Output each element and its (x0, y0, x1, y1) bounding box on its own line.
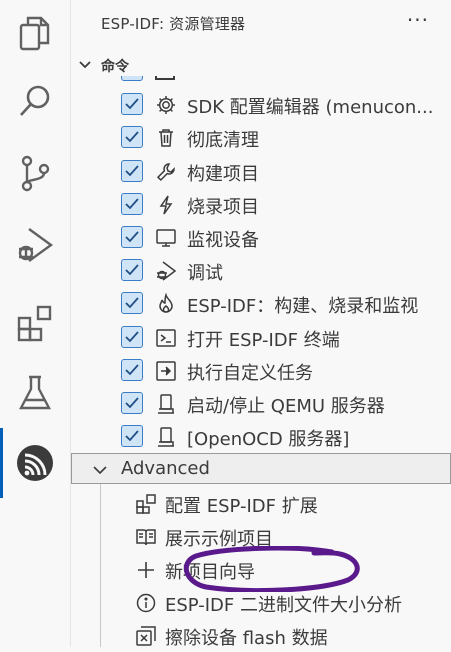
checkbox[interactable] (121, 226, 143, 248)
extensions-icon (135, 493, 157, 515)
search-icon[interactable] (0, 68, 70, 134)
esp-idf-icon[interactable] (0, 430, 70, 496)
gear-icon (155, 94, 177, 116)
testing-icon[interactable] (0, 360, 70, 426)
erase-icon (135, 625, 157, 647)
command-label: 调试 (187, 263, 223, 284)
command-label: 监视设备 (187, 230, 259, 251)
command-build[interactable]: 构建项目 (71, 155, 451, 188)
chevron-down-icon (92, 462, 108, 482)
advanced-label: ESP-IDF 二进制文件大小分析 (165, 595, 402, 616)
list-item-partial (71, 76, 451, 86)
advanced-erase-flash[interactable]: 擦除设备 flash 数据 (71, 619, 451, 652)
checkbox[interactable] (121, 126, 143, 148)
advanced-label: 配置 ESP-IDF 扩展 (165, 496, 318, 517)
command-openocd-server[interactable]: [OpenOCD 服务器] (71, 420, 451, 453)
source-control-icon[interactable] (0, 140, 70, 206)
advanced-configure-extension[interactable]: 配置 ESP-IDF 扩展 (71, 487, 451, 520)
command-full-clean[interactable]: 彻底清理 (71, 121, 451, 154)
lightning-icon (155, 194, 177, 216)
command-open-terminal[interactable]: 打开 ESP-IDF 终端 (71, 321, 451, 354)
command-flash[interactable]: 烧录项目 (71, 188, 451, 221)
debug-icon (155, 260, 177, 282)
command-label: 执行自定义任务 (187, 363, 313, 384)
checkbox[interactable] (121, 93, 143, 115)
command-label: [OpenOCD 服务器] (187, 429, 350, 450)
checkbox[interactable] (121, 326, 143, 348)
command-custom-task[interactable]: 执行自定义任务 (71, 354, 451, 387)
command-label: 启动/停止 QEMU 服务器 (187, 396, 385, 417)
trash-icon (155, 127, 177, 149)
run-debug-icon[interactable] (0, 212, 70, 278)
command-sdk-config[interactable]: SDK 配置编辑器 (menucon... (71, 88, 451, 121)
sidebar-title: ESP-IDF: 资源管理器 (101, 15, 246, 33)
checkbox[interactable] (121, 425, 143, 447)
checkbox[interactable] (121, 359, 143, 381)
wrench-icon (155, 161, 177, 183)
book-icon (135, 526, 157, 548)
explorer-icon[interactable] (0, 0, 70, 66)
commands-section-label: 命令 (101, 59, 129, 75)
flame-icon (155, 292, 177, 315)
command-label: 打开 ESP-IDF 终端 (187, 330, 340, 351)
command-label: SDK 配置编辑器 (menucon... (187, 97, 434, 118)
more-actions-button[interactable]: ··· (407, 8, 429, 32)
advanced-label: 擦除设备 flash 数据 (165, 628, 328, 649)
extensions-icon[interactable] (0, 290, 70, 356)
checkbox[interactable] (121, 193, 143, 215)
highlight-annotation (183, 546, 360, 592)
esp-idf-explorer: ESP-IDF: 资源管理器 ··· 命令 SDK 配置编辑器 (menucon… (71, 0, 451, 649)
checkbox[interactable] (121, 259, 143, 281)
command-debug[interactable]: 调试 (71, 254, 451, 287)
command-label: ESP-IDF：构建、烧录和监视 (187, 296, 419, 317)
command-qemu-server[interactable]: 启动/停止 QEMU 服务器 (71, 387, 451, 420)
commands-section-header[interactable]: 命令 (71, 54, 451, 78)
checkbox[interactable] (121, 392, 143, 414)
arrow-box-icon (155, 360, 177, 382)
checkbox[interactable] (121, 160, 143, 182)
info-icon (135, 592, 157, 614)
chevron-down-icon (77, 56, 93, 76)
command-monitor[interactable]: 监视设备 (71, 221, 451, 254)
monitor-icon (155, 227, 177, 249)
advanced-section-label: Advanced (121, 458, 210, 479)
activity-bar (0, 0, 71, 647)
command-label: 烧录项目 (187, 197, 259, 218)
command-label: 彻底清理 (187, 130, 259, 151)
server-icon (155, 426, 177, 448)
checkbox[interactable] (121, 292, 143, 314)
command-build-flash-monitor[interactable]: ESP-IDF：构建、烧录和监视 (71, 287, 451, 320)
advanced-section-header[interactable]: Advanced (71, 453, 451, 484)
server-icon (155, 393, 177, 415)
plus-icon (135, 559, 157, 581)
command-label: 构建项目 (187, 164, 259, 185)
terminal-icon (155, 327, 177, 349)
